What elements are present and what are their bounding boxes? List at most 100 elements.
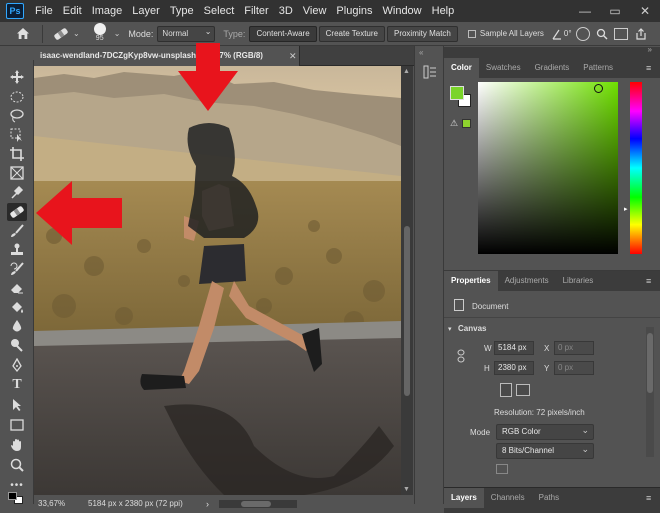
menu-edit[interactable]: Edit <box>58 0 87 22</box>
menu-layer[interactable]: Layer <box>127 0 165 22</box>
content-aware-button[interactable]: Content-Aware <box>249 25 317 42</box>
width-field[interactable]: 5184 px <box>494 341 534 355</box>
pressure-size-icon[interactable] <box>575 26 590 41</box>
color-picker-cursor[interactable] <box>594 84 603 93</box>
scroll-thumb[interactable] <box>404 226 410 396</box>
tab-gradients[interactable]: Gradients <box>528 58 577 78</box>
move-tool-icon[interactable] <box>7 68 27 86</box>
history-panel-icon[interactable] <box>422 64 438 80</box>
rectangle-tool-icon[interactable] <box>7 416 27 434</box>
create-texture-button[interactable]: Create Texture <box>318 25 385 42</box>
search-icon[interactable] <box>594 26 610 42</box>
scroll-up-icon[interactable]: ▲ <box>403 68 410 75</box>
menu-filter[interactable]: Filter <box>239 0 273 22</box>
horizontal-scrollbar[interactable] <box>219 500 297 508</box>
foreground-color-swatch[interactable] <box>8 492 17 500</box>
foreground-color-swatch[interactable] <box>450 86 464 100</box>
tab-libraries[interactable]: Libraries <box>556 271 601 291</box>
y-field[interactable]: 0 px <box>554 361 594 375</box>
menu-type[interactable]: Type <box>165 0 199 22</box>
healing-brush-tool-icon[interactable] <box>7 203 27 221</box>
properties-scrollbar[interactable] <box>646 327 654 457</box>
frame-tool-icon[interactable] <box>7 164 27 182</box>
x-field[interactable]: 0 px <box>554 341 594 355</box>
blur-tool-icon[interactable] <box>7 317 27 335</box>
eraser-tool-icon[interactable] <box>7 279 27 297</box>
eyedropper-tool-icon[interactable] <box>7 183 27 201</box>
landscape-orientation-button[interactable] <box>516 384 530 396</box>
menu-help[interactable]: Help <box>427 0 460 22</box>
home-icon[interactable] <box>12 24 34 44</box>
tab-paths[interactable]: Paths <box>532 488 566 508</box>
tab-properties[interactable]: Properties <box>444 271 498 291</box>
zoom-tool-icon[interactable] <box>7 456 27 474</box>
menu-plugins[interactable]: Plugins <box>331 0 377 22</box>
minimize-icon[interactable]: — <box>570 0 600 22</box>
menu-select[interactable]: Select <box>199 0 240 22</box>
history-brush-tool-icon[interactable] <box>7 260 27 278</box>
tab-swatches[interactable]: Swatches <box>479 58 528 78</box>
scroll-down-icon[interactable]: ▼ <box>403 486 410 493</box>
share-icon[interactable] <box>634 27 648 41</box>
mode-select[interactable]: Normal ⌄ <box>157 25 216 42</box>
tab-channels[interactable]: Channels <box>484 488 532 508</box>
menu-window[interactable]: Window <box>378 0 427 22</box>
collapse-arrows-icon[interactable]: « <box>419 48 423 57</box>
vertical-scrollbar[interactable]: ▲ ▼ <box>401 66 413 495</box>
menu-3d[interactable]: 3D <box>274 0 298 22</box>
close-icon[interactable]: ✕ <box>630 0 660 22</box>
maximize-icon[interactable]: ▭ <box>600 0 630 22</box>
chevron-down-icon[interactable]: ⌄ <box>114 29 121 38</box>
panel-menu-icon[interactable]: ≡ <box>646 63 654 73</box>
h-scroll-thumb[interactable] <box>241 501 271 507</box>
chevron-right-icon[interactable]: › <box>206 495 209 513</box>
pen-tool-icon[interactable] <box>7 356 27 374</box>
color-mode-select[interactable]: RGB Color <box>496 423 594 440</box>
height-field[interactable]: 2380 px <box>494 361 534 375</box>
chevron-down-icon[interactable]: ▾ <box>448 325 452 333</box>
crop-tool-icon[interactable] <box>7 145 27 163</box>
paint-bucket-tool-icon[interactable] <box>7 298 27 316</box>
chevron-down-icon[interactable]: ⌄ <box>73 29 80 38</box>
tab-adjustments[interactable]: Adjustments <box>498 271 556 291</box>
path-selection-tool-icon[interactable] <box>7 396 27 414</box>
document-canvas[interactable] <box>34 66 401 495</box>
portrait-orientation-button[interactable] <box>500 383 512 397</box>
object-selection-tool-icon[interactable] <box>7 126 27 144</box>
menu-file[interactable]: File <box>30 0 58 22</box>
brush-size-picker[interactable]: 95 <box>88 22 114 45</box>
menu-view[interactable]: View <box>298 0 332 22</box>
tab-color[interactable]: Color <box>444 58 479 78</box>
type-tool-icon[interactable]: T <box>7 376 27 394</box>
link-icon[interactable] <box>456 349 466 363</box>
proximity-match-button[interactable]: Proximity Match <box>386 25 458 42</box>
workspace-icon[interactable] <box>613 27 628 40</box>
sample-all-layers-checkbox[interactable] <box>467 29 476 38</box>
bit-depth-select[interactable]: 8 Bits/Channel <box>496 442 594 459</box>
document-tab[interactable]: isaac-wendland-7DCZgKyp8vw-unsplash @ 33… <box>34 46 300 66</box>
color-swatches[interactable] <box>7 492 27 504</box>
marquee-tool-icon[interactable] <box>7 88 27 106</box>
scroll-thumb[interactable] <box>647 333 653 393</box>
panel-menu-icon[interactable]: ≡ <box>646 276 654 286</box>
hue-slider[interactable] <box>630 82 642 254</box>
panel-menu-icon[interactable]: ≡ <box>646 493 654 503</box>
gamut-swatch[interactable] <box>462 119 471 128</box>
healing-brush-preset-icon[interactable] <box>49 24 73 44</box>
fill-color-swatch[interactable] <box>496 464 508 474</box>
collapse-arrows-icon[interactable]: » <box>648 45 652 54</box>
menu-image[interactable]: Image <box>87 0 128 22</box>
dodge-tool-icon[interactable] <box>7 336 27 354</box>
hue-slider-handle[interactable]: ▸ <box>624 205 628 213</box>
brush-tool-icon[interactable] <box>7 222 27 240</box>
angle-value[interactable]: 0° <box>564 29 572 38</box>
tab-patterns[interactable]: Patterns <box>576 58 620 78</box>
color-field[interactable] <box>478 82 618 254</box>
close-tab-icon[interactable]: ✕ <box>289 49 299 63</box>
tab-layers[interactable]: Layers <box>444 488 484 508</box>
fg-bg-swatches[interactable] <box>450 86 474 108</box>
clone-stamp-tool-icon[interactable] <box>7 241 27 259</box>
lasso-tool-icon[interactable] <box>7 107 27 125</box>
hand-tool-icon[interactable] <box>7 436 27 454</box>
zoom-level[interactable]: 33,67% <box>38 495 65 513</box>
